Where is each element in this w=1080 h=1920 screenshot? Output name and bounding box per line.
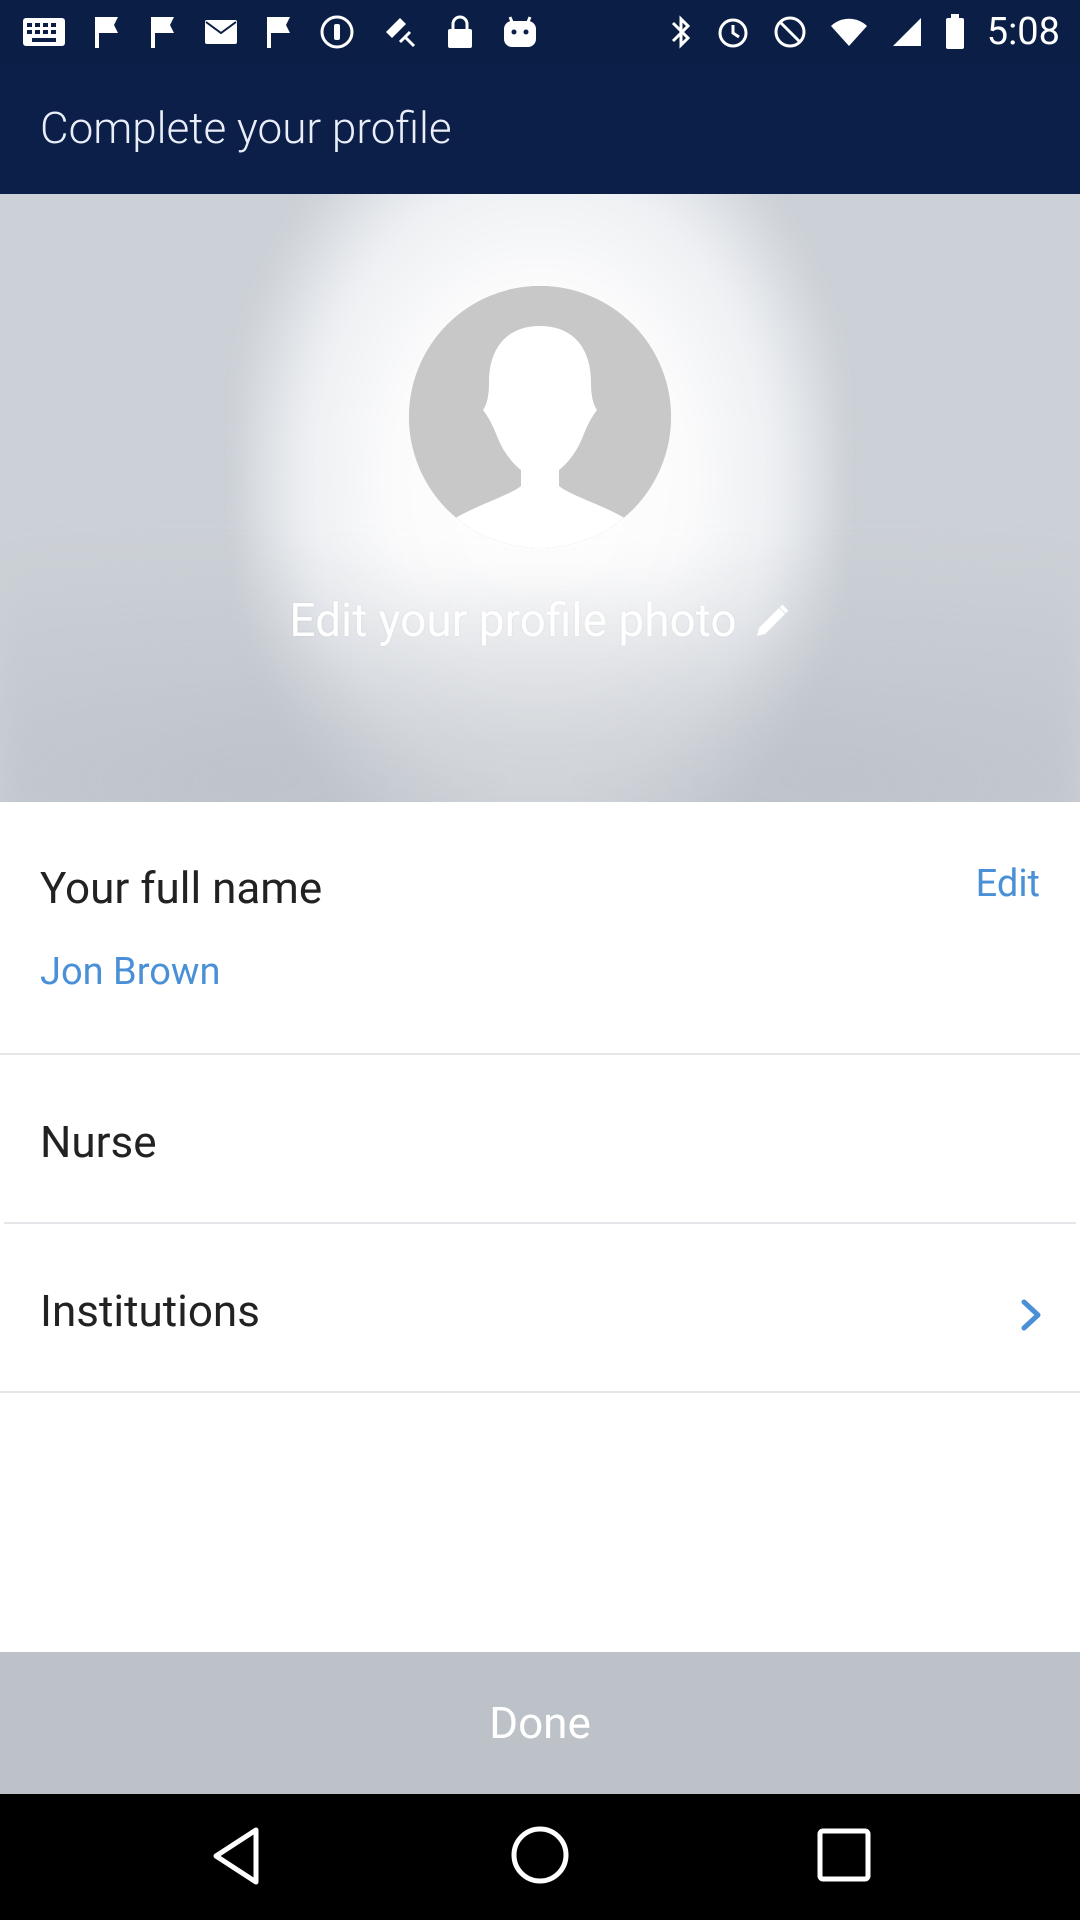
profile-photo-section[interactable]: Edit your profile photo [0, 194, 1080, 802]
page-title: Complete your profile [40, 102, 452, 154]
gps-icon [380, 12, 420, 52]
institutions-label: Institutions [40, 1285, 260, 1337]
avatar[interactable] [409, 286, 671, 548]
profession-row[interactable] [0, 1055, 1080, 1223]
keyboard-icon [22, 17, 66, 47]
divider [0, 1391, 1080, 1393]
back-icon[interactable] [208, 1824, 264, 1892]
chevron-right-icon [1020, 1298, 1044, 1336]
battery-icon [945, 14, 965, 50]
done-button[interactable]: Done [0, 1652, 1080, 1794]
home-icon[interactable] [508, 1822, 572, 1892]
robot-icon [500, 15, 540, 49]
app-bar: Complete your profile [0, 64, 1080, 194]
status-bar: 5:08 [0, 0, 1080, 64]
bluetooth-icon [669, 13, 693, 51]
alarm-icon [715, 14, 751, 50]
person-silhouette-icon [409, 286, 671, 548]
notification-icons [22, 12, 540, 52]
flag-icon [92, 15, 122, 49]
edit-name-button[interactable]: Edit [976, 862, 1040, 906]
silent-icon [773, 15, 807, 49]
signal-app-icon [320, 15, 354, 49]
lock-icon [446, 14, 474, 50]
navigation-bar [0, 1794, 1080, 1920]
full-name-value: Jon Brown [40, 950, 221, 994]
flag-icon [264, 15, 294, 49]
cellular-icon [891, 16, 923, 48]
mail-icon [204, 19, 238, 45]
recents-icon[interactable] [815, 1826, 873, 1888]
edit-photo-label: Edit your profile photo [289, 594, 737, 648]
flag-icon [148, 15, 178, 49]
full-name-label: Your full name [40, 862, 323, 914]
profession-label: Nurse [40, 1116, 157, 1168]
edit-photo-link[interactable]: Edit your profile photo [0, 594, 1080, 648]
status-time: 5:08 [986, 10, 1060, 54]
system-icons: 5:08 [669, 10, 1060, 54]
pencil-icon [753, 602, 791, 640]
wifi-icon [829, 16, 869, 48]
